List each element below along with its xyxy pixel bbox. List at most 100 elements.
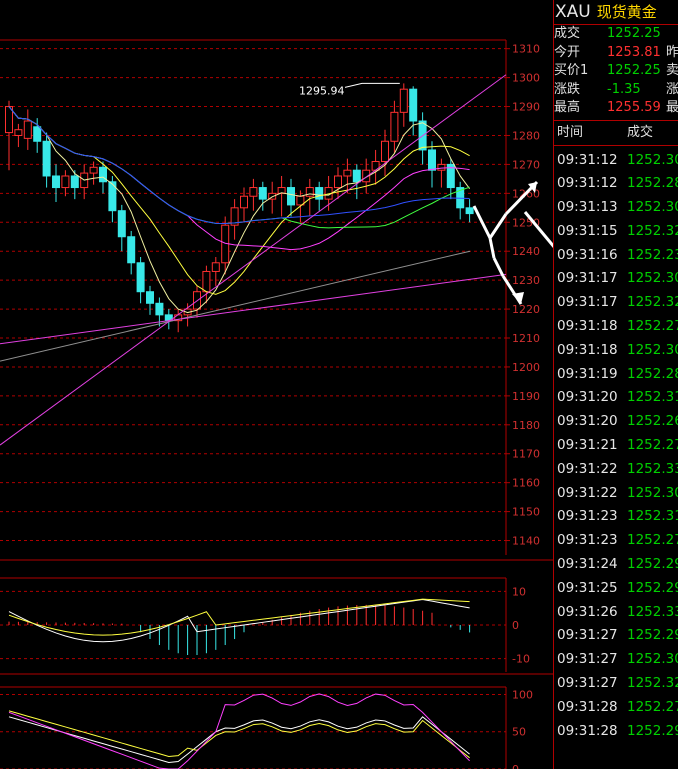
price-tick-label: 1150 bbox=[512, 506, 540, 519]
trade-time: 09:31:20 bbox=[557, 413, 618, 430]
trade-price: 1252.30 bbox=[627, 341, 678, 358]
trade-row: 09:31:18 1252.30 bbox=[554, 339, 678, 363]
trade-time: 09:31:25 bbox=[557, 579, 618, 596]
forecast-arrow-segment bbox=[492, 257, 505, 277]
trade-price: 1252.29 bbox=[627, 627, 678, 644]
kdj-d-line bbox=[8, 710, 470, 759]
trade-time: 09:31:13 bbox=[557, 199, 618, 216]
trade-time: 09:31:20 bbox=[557, 389, 618, 406]
quote-title: XAU 现货黄金 bbox=[554, 0, 678, 25]
price-tick-label: 1310 bbox=[512, 43, 540, 56]
trade-price: 1252.31 bbox=[627, 508, 678, 525]
trade-price: 1252.28 bbox=[627, 175, 678, 192]
trade-time: 09:31:17 bbox=[557, 294, 618, 311]
quote-label: 今开 bbox=[554, 44, 581, 60]
trade-row: 09:31:25 1252.29 bbox=[554, 577, 678, 601]
trade-row: 09:31:21 1252.27 bbox=[554, 434, 678, 458]
macd-dea-line bbox=[8, 598, 470, 636]
price-tick-label: 1210 bbox=[512, 332, 540, 345]
quote-extra-label: 最 bbox=[666, 100, 678, 115]
trade-time: 09:31:26 bbox=[557, 603, 618, 620]
trade-price: 1252.33 bbox=[627, 603, 678, 620]
trade-time: 09:31:16 bbox=[557, 246, 618, 263]
quote-label: 最高 bbox=[554, 100, 581, 115]
trade-price: 1252.30 bbox=[627, 484, 678, 501]
trade-row: 09:31:15 1252.32 bbox=[554, 220, 678, 244]
trade-time: 09:31:18 bbox=[557, 318, 618, 335]
ma-long-gray bbox=[0, 250, 471, 362]
trade-time: 09:31:27 bbox=[557, 675, 618, 692]
candle-down bbox=[352, 169, 361, 183]
trade-time: 09:31:27 bbox=[557, 651, 618, 668]
quote-label: 涨跌 bbox=[554, 81, 581, 97]
quote-row: 今开 1253.81 昨 bbox=[554, 44, 678, 63]
candle-down bbox=[146, 291, 154, 304]
trade-row: 09:31:24 1252.29 bbox=[554, 553, 678, 577]
ma10-line bbox=[8, 106, 470, 295]
trade-time: 09:31:18 bbox=[557, 341, 618, 358]
trade-time: 09:31:19 bbox=[557, 365, 618, 382]
trade-price: 1252.27 bbox=[627, 698, 678, 715]
forecast-arrow-segment bbox=[488, 237, 496, 259]
candle-down bbox=[33, 126, 42, 142]
candle-up bbox=[211, 262, 220, 272]
trade-price: 1252.27 bbox=[627, 318, 678, 335]
trade-row: 09:31:19 1252.28 bbox=[554, 363, 678, 387]
trade-row: 09:31:23 1252.31 bbox=[554, 505, 678, 529]
symbol-label: XAU bbox=[555, 2, 591, 22]
moving-averages bbox=[0, 74, 507, 446]
trade-row: 09:31:13 1252.30 bbox=[554, 196, 678, 220]
candle-down bbox=[136, 262, 145, 293]
quote-value: 1252.25 bbox=[607, 63, 661, 78]
trade-price: 1252.32 bbox=[627, 222, 678, 239]
candle-down bbox=[155, 302, 164, 316]
trades-price-header: 成交 bbox=[627, 124, 654, 140]
trades-list[interactable]: 09:31:12 1252.30 09:31:12 1252.28 09:31:13 12… bbox=[554, 146, 678, 744]
kdj-tick-label: 0 bbox=[512, 763, 519, 769]
price-tick-label: 1240 bbox=[512, 245, 540, 258]
trade-row: 09:31:12 1252.28 bbox=[554, 172, 678, 196]
trade-price: 1252.26 bbox=[627, 413, 678, 430]
price-tick-label: 1190 bbox=[512, 390, 540, 403]
candle-down bbox=[52, 175, 60, 189]
trade-time: 09:31:17 bbox=[557, 270, 618, 287]
kline-chart-area[interactable]: 1310130012901280127012601250124012301220… bbox=[0, 0, 553, 769]
price-tick-label: 1290 bbox=[512, 101, 540, 114]
candle-down bbox=[99, 166, 107, 183]
trade-row: 09:31:26 1252.33 bbox=[554, 601, 678, 625]
price-tick-label: 1300 bbox=[512, 72, 540, 85]
trade-row: 09:31:17 1252.32 bbox=[554, 291, 678, 315]
trade-price: 1252.23 bbox=[627, 246, 678, 263]
trade-price: 1252.29 bbox=[627, 722, 678, 739]
candle-down bbox=[258, 187, 267, 200]
price-tick-label: 1220 bbox=[512, 303, 540, 316]
kline-chart[interactable]: 1310130012901280127012601250124012301220… bbox=[0, 0, 553, 769]
kdj-tick-label: 50 bbox=[512, 726, 526, 739]
trade-time: 09:31:22 bbox=[557, 460, 618, 477]
quote-value: 1252.25 bbox=[607, 26, 661, 41]
trendline-rising bbox=[0, 74, 507, 446]
trade-row: 09:31:12 1252.30 bbox=[554, 149, 678, 173]
trade-price: 1252.32 bbox=[627, 675, 678, 692]
trade-time: 09:31:24 bbox=[557, 556, 618, 573]
candle-up bbox=[334, 175, 342, 189]
quote-block: 成交 1252.25 今开 1253.81 昨买价1 1252.25 卖涨跌 -1.35 涨最高… bbox=[554, 25, 678, 121]
macd-panel bbox=[8, 598, 471, 655]
trade-time: 09:31:23 bbox=[557, 532, 618, 549]
trade-price: 1252.33 bbox=[627, 460, 678, 477]
price-tick-label: 1140 bbox=[512, 535, 540, 548]
candle-up bbox=[390, 111, 399, 142]
candle-up bbox=[14, 129, 23, 136]
candle-up bbox=[381, 140, 389, 163]
quote-extra-label: 涨 bbox=[666, 81, 678, 97]
candle-up bbox=[61, 175, 70, 189]
price-tick-label: 1180 bbox=[512, 419, 540, 432]
macd-tick-label: 10 bbox=[512, 585, 526, 598]
instrument-name: 现货黄金 bbox=[596, 3, 657, 21]
chart-grid bbox=[0, 39, 553, 769]
trade-row: 09:31:20 1252.31 bbox=[554, 386, 678, 410]
candle-down bbox=[287, 187, 295, 206]
quote-label: 买价1 bbox=[554, 63, 589, 78]
trade-row: 09:31:28 1252.29 bbox=[554, 720, 678, 744]
price-tick-label: 1170 bbox=[512, 448, 540, 461]
